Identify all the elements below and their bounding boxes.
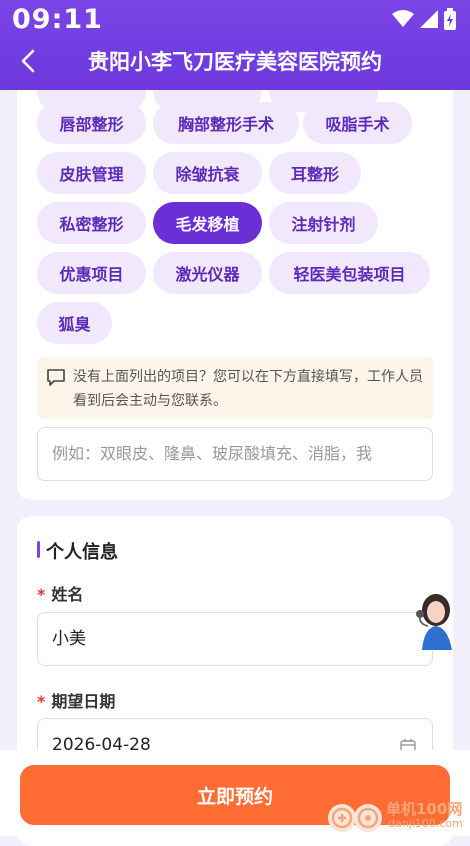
project-chip[interactable]: 除皱抗衰 bbox=[153, 152, 262, 194]
project-chip[interactable]: 轻医美包装项目 bbox=[269, 252, 430, 294]
page-title: 贵阳小李飞刀医疗美容医院预约 bbox=[88, 50, 382, 74]
project-chip[interactable]: 毛发移植 bbox=[153, 202, 262, 244]
battery-icon bbox=[444, 8, 456, 30]
name-label-text: 姓名 bbox=[51, 585, 84, 604]
project-chip[interactable]: 唇部整形 bbox=[37, 102, 146, 144]
project-chip[interactable]: 狐臭 bbox=[37, 302, 112, 344]
status-time: 09:11 bbox=[12, 4, 103, 35]
custom-project-input[interactable]: 例如：双眼皮、隆鼻、玻尿酸填充、消脂，我 bbox=[37, 427, 433, 481]
date-label: * 期望日期 bbox=[37, 688, 115, 712]
project-chip[interactable]: 私密整形 bbox=[37, 202, 146, 244]
project-chip[interactable]: 皮肤管理 bbox=[37, 152, 146, 194]
status-icons bbox=[392, 8, 456, 30]
project-chip[interactable]: 耳整形 bbox=[269, 152, 361, 194]
required-mark: * bbox=[37, 585, 46, 604]
project-chip[interactable]: 注射针剂 bbox=[269, 202, 378, 244]
watermark-subtext: danji100.com bbox=[388, 817, 463, 830]
date-label-text: 期望日期 bbox=[51, 692, 116, 711]
signal-icon bbox=[420, 10, 438, 28]
name-input[interactable]: 小美 bbox=[37, 612, 433, 666]
project-chip[interactable]: 优惠项目 bbox=[37, 252, 146, 294]
section-accent-bar bbox=[37, 541, 40, 558]
project-chip[interactable]: 吸脂手术 bbox=[303, 102, 412, 144]
assistant-avatar[interactable] bbox=[412, 588, 462, 650]
project-chip[interactable]: 胸部整形手术 bbox=[153, 102, 299, 144]
project-chip[interactable]: 激光仪器 bbox=[153, 252, 262, 294]
hint-text: 没有上面列出的项目？您可以在下方直接填写，工作人员看到后会主动与您联系。 bbox=[73, 369, 423, 409]
name-label: * 姓名 bbox=[37, 581, 83, 605]
wifi-icon bbox=[392, 10, 414, 27]
app-header: 09:11 贵阳小李飞刀医疗美容医院预约 bbox=[0, 0, 470, 90]
watermark-text: 单机100网 bbox=[386, 800, 463, 818]
title-row: 贵阳小李飞刀医疗美容医院预约 bbox=[0, 40, 470, 84]
status-bar: 09:11 bbox=[0, 0, 470, 40]
chat-bubble-icon bbox=[47, 369, 65, 386]
custom-project-hint: 没有上面列出的项目？您可以在下方直接填写，工作人员看到后会主动与您联系。 bbox=[37, 357, 433, 419]
required-mark: * bbox=[37, 692, 46, 711]
section-title: 个人信息 bbox=[46, 542, 118, 563]
